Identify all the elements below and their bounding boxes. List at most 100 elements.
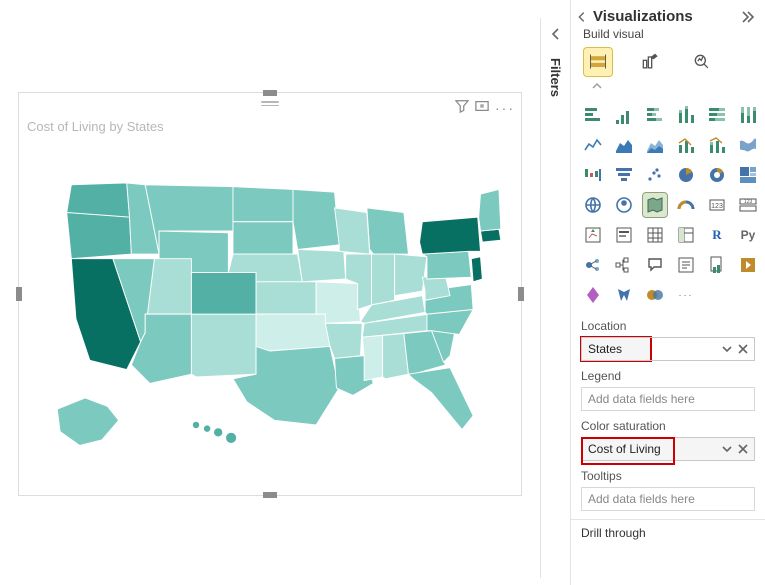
- tooltips-placeholder: Add data fields here: [588, 492, 695, 506]
- state-HI-1: [192, 421, 199, 428]
- resize-handle-top[interactable]: [263, 90, 277, 96]
- location-field-label: Location: [581, 319, 755, 333]
- tooltips-field-well[interactable]: Add data fields here: [581, 487, 755, 511]
- state-VT-NH-ME: [479, 189, 501, 231]
- svg-text:123: 123: [744, 199, 753, 205]
- viz-multi-card-icon[interactable]: 123: [736, 193, 760, 217]
- viz-paginated-icon[interactable]: [705, 253, 729, 277]
- state-OR: [67, 212, 132, 258]
- viz-narrative-icon[interactable]: [674, 253, 698, 277]
- viz-scatter-icon[interactable]: [643, 163, 667, 187]
- state-CO: [191, 272, 256, 318]
- expand-pane-icon[interactable]: [739, 9, 755, 25]
- viz-kpi-icon[interactable]: [581, 223, 605, 247]
- saturation-field-label: Color saturation: [581, 419, 755, 433]
- visualization-type-gallery: 123 123 R Py ···: [571, 95, 765, 313]
- state-HI-4: [226, 432, 237, 443]
- viz-line-col-icon[interactable]: [674, 133, 698, 157]
- filters-label: Filters: [548, 58, 563, 97]
- state-KS: [256, 282, 316, 314]
- viz-treemap-icon[interactable]: [736, 163, 760, 187]
- viz-stacked-area-icon[interactable]: [643, 133, 667, 157]
- viz-python-icon[interactable]: Py: [736, 223, 760, 247]
- visual-title: Cost of Living by States: [27, 119, 164, 134]
- filters-pane-collapsed[interactable]: Filters: [540, 18, 570, 578]
- state-IN: [372, 254, 395, 305]
- viz-stacked-bar2-icon[interactable]: [643, 103, 667, 127]
- state-MS: [362, 335, 382, 380]
- viz-qa-icon[interactable]: [643, 253, 667, 277]
- remove-field-icon[interactable]: [738, 344, 748, 354]
- viz-ribbon-icon[interactable]: [736, 133, 760, 157]
- state-SD: [233, 222, 293, 254]
- viz-r-script-icon[interactable]: R: [705, 223, 729, 247]
- report-canvas-visual[interactable]: ··· Cost of Living by States: [18, 92, 522, 496]
- filter-icon[interactable]: [455, 99, 469, 116]
- viz-line-stack-icon[interactable]: [705, 133, 729, 157]
- viz-key-influencers-icon[interactable]: [581, 253, 605, 277]
- viz-gauge-icon[interactable]: [674, 193, 698, 217]
- legend-placeholder: Add data fields here: [588, 392, 695, 406]
- viz-more-icon[interactable]: ···: [674, 283, 698, 307]
- viz-donut-icon[interactable]: [705, 163, 729, 187]
- location-field-well[interactable]: States: [581, 337, 651, 361]
- viz-table-icon[interactable]: [643, 223, 667, 247]
- viz-funnel-icon[interactable]: [612, 163, 636, 187]
- viz-filled-map-icon[interactable]: [643, 193, 667, 217]
- analytics-tab[interactable]: [687, 47, 717, 77]
- remove-field-icon[interactable]: [738, 444, 748, 454]
- viz-arcgis-icon[interactable]: [612, 283, 636, 307]
- visualizations-pane: Visualizations Build visual: [570, 0, 765, 585]
- svg-text:123: 123: [711, 203, 723, 210]
- viz-powerautomate-icon[interactable]: [581, 283, 605, 307]
- state-WI: [335, 208, 370, 254]
- state-HI-2: [203, 425, 210, 432]
- chevron-down-icon[interactable]: [722, 444, 732, 454]
- drillthrough-label: Drill through: [581, 526, 755, 540]
- viz-slicer-icon[interactable]: [612, 223, 636, 247]
- resize-handle-bottom[interactable]: [263, 492, 277, 498]
- state-OH: [395, 254, 427, 296]
- legend-field-label: Legend: [581, 369, 755, 383]
- state-OK: [256, 314, 330, 351]
- state-AK: [58, 398, 119, 445]
- state-FL: [409, 368, 474, 430]
- state-NJ: [471, 257, 482, 282]
- viz-stacked-column-icon[interactable]: [674, 103, 698, 127]
- viz-100col-icon[interactable]: [736, 103, 760, 127]
- viz-matrix-icon[interactable]: [674, 223, 698, 247]
- viz-decomposition-icon[interactable]: [612, 253, 636, 277]
- filled-map-visual[interactable]: [19, 153, 521, 475]
- chevron-left-icon[interactable]: [575, 10, 589, 24]
- viz-azure-map-icon[interactable]: [612, 193, 636, 217]
- viz-waterfall-icon[interactable]: [581, 163, 605, 187]
- state-NY: [420, 217, 481, 254]
- more-options-icon[interactable]: ···: [495, 100, 515, 116]
- viz-powerapps-icon[interactable]: [736, 253, 760, 277]
- build-visual-tab[interactable]: [583, 47, 613, 77]
- chevron-left-icon: [548, 26, 564, 42]
- state-HI-3: [214, 428, 223, 437]
- viz-area-icon[interactable]: [612, 133, 636, 157]
- saturation-field-value: Cost of Living: [588, 442, 661, 456]
- location-field-value: States: [588, 342, 622, 356]
- state-ND: [233, 187, 293, 222]
- viz-line-icon[interactable]: [581, 133, 605, 157]
- viz-pie-icon[interactable]: [674, 163, 698, 187]
- viz-100bar-icon[interactable]: [705, 103, 729, 127]
- format-visual-tab[interactable]: [635, 47, 665, 77]
- viz-stacked-bar-icon[interactable]: [581, 103, 605, 127]
- tooltips-field-label: Tooltips: [581, 469, 755, 483]
- viz-card-icon[interactable]: 123: [705, 193, 729, 217]
- viz-map-icon[interactable]: [581, 193, 605, 217]
- state-PA: [422, 251, 471, 279]
- legend-field-well[interactable]: Add data fields here: [581, 387, 755, 411]
- viz-clustered-bar-icon[interactable]: [612, 103, 636, 127]
- focus-mode-icon[interactable]: [475, 99, 489, 116]
- saturation-field-well[interactable]: Cost of Living: [581, 437, 755, 461]
- viz-import-icon[interactable]: [643, 283, 667, 307]
- state-MN: [293, 189, 339, 249]
- pane-title: Visualizations: [593, 8, 739, 25]
- visual-grip-icon[interactable]: [261, 101, 279, 106]
- chevron-down-icon[interactable]: [722, 344, 732, 354]
